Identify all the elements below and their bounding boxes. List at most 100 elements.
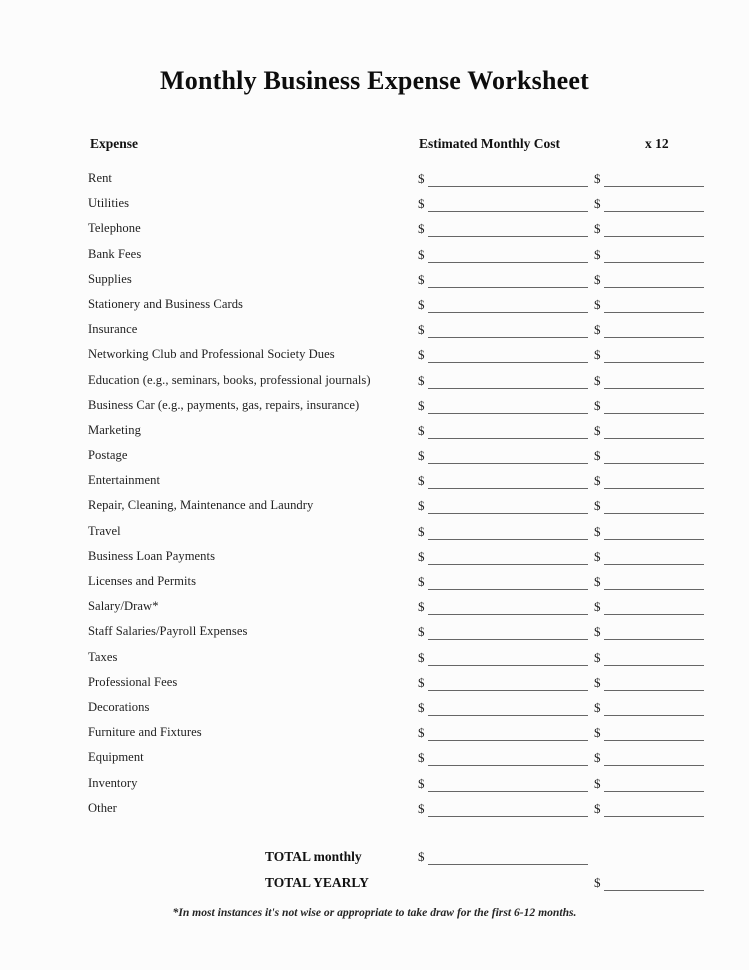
monthly-cost-input-line[interactable] <box>428 412 588 414</box>
yearly-currency-symbol: $ <box>594 372 601 388</box>
expense-label: Business Car (e.g., payments, gas, repai… <box>88 397 360 412</box>
table-row: Business Car (e.g., payments, gas, repai… <box>0 398 749 423</box>
yearly-cost-input-line[interactable] <box>604 463 704 465</box>
table-row: Utilities $ $ <box>0 196 749 221</box>
expense-label: Utilities <box>88 196 130 211</box>
yearly-cost-input-line[interactable] <box>604 589 704 590</box>
yearly-currency-symbol: $ <box>594 624 601 640</box>
yearly-cost-input-line[interactable] <box>604 689 704 691</box>
monthly-currency-symbol: $ <box>418 473 425 489</box>
table-row: Business Loan Payments $ $ <box>0 549 749 574</box>
yearly-cost-input-line[interactable] <box>604 664 704 666</box>
yearly-currency-symbol: $ <box>594 699 601 715</box>
monthly-cost-input-line[interactable] <box>428 689 588 691</box>
expense-label: Other <box>88 800 117 815</box>
yearly-cost-input-line[interactable] <box>604 211 704 213</box>
monthly-currency-symbol: $ <box>418 699 425 715</box>
expense-label: Business Loan Payments <box>88 548 216 563</box>
yearly-cost-input-line[interactable] <box>604 362 704 364</box>
table-row: Insurance $ $ <box>0 322 749 347</box>
worksheet-page: Monthly Business Expense Worksheet Expen… <box>0 0 749 970</box>
yearly-cost-input-line[interactable] <box>604 286 704 288</box>
yearly-cost-input-line[interactable] <box>604 311 704 313</box>
monthly-cost-input-line[interactable] <box>428 387 588 389</box>
table-row: Entertainment $ $ <box>0 473 749 498</box>
monthly-cost-input-line[interactable] <box>428 186 588 187</box>
monthly-cost-input-line[interactable] <box>428 513 588 515</box>
table-row: Equipment $ $ <box>0 750 749 775</box>
monthly-cost-input-line[interactable] <box>428 538 588 540</box>
table-row: Other $ $ <box>0 801 749 826</box>
monthly-currency-symbol: $ <box>418 649 425 665</box>
yearly-cost-input-line[interactable] <box>604 513 704 515</box>
monthly-currency-symbol: $ <box>418 548 425 564</box>
monthly-cost-input-line[interactable] <box>428 815 588 817</box>
expense-label: Supplies <box>88 271 132 286</box>
monthly-currency-symbol: $ <box>418 775 425 791</box>
monthly-cost-input-line[interactable] <box>428 437 588 439</box>
yearly-cost-input-line[interactable] <box>604 714 704 716</box>
yearly-cost-input-line[interactable] <box>604 337 704 339</box>
monthly-cost-input-line[interactable] <box>428 563 588 565</box>
table-row: Furniture and Fixtures $ $ <box>0 725 749 750</box>
yearly-currency-symbol: $ <box>594 473 601 489</box>
yearly-cost-input-line[interactable] <box>604 236 704 238</box>
yearly-currency-symbol: $ <box>594 246 601 262</box>
yearly-cost-input-line[interactable] <box>604 488 704 490</box>
monthly-cost-input-line[interactable] <box>428 765 588 767</box>
monthly-cost-input-line[interactable] <box>428 261 588 263</box>
monthly-cost-input-line[interactable] <box>428 236 588 238</box>
expense-label: Travel <box>88 523 121 538</box>
yearly-cost-input-line[interactable] <box>604 639 704 641</box>
expense-label: Entertainment <box>88 473 160 488</box>
table-row: Salary/Draw* $ $ <box>0 599 749 624</box>
monthly-cost-input-line[interactable] <box>428 639 588 641</box>
monthly-cost-input-line[interactable] <box>428 589 588 590</box>
monthly-cost-input-line[interactable] <box>428 714 588 716</box>
yearly-currency-symbol: $ <box>594 674 601 690</box>
yearly-cost-input-line[interactable] <box>604 815 704 817</box>
monthly-currency-symbol: $ <box>418 372 425 388</box>
yearly-cost-input-line[interactable] <box>604 387 704 389</box>
yearly-cost-input-line[interactable] <box>604 740 704 742</box>
expense-label: Decorations <box>88 699 150 714</box>
monthly-cost-input-line[interactable] <box>428 790 588 792</box>
table-row: Marketing $ $ <box>0 423 749 448</box>
page-title: Monthly Business Expense Worksheet <box>160 66 589 95</box>
total-yearly-input-line[interactable] <box>604 889 704 891</box>
yearly-cost-input-line[interactable] <box>604 563 704 565</box>
monthly-cost-input-line[interactable] <box>428 463 588 465</box>
expense-label: Postage <box>88 448 128 463</box>
monthly-cost-input-line[interactable] <box>428 614 588 616</box>
expense-label: Taxes <box>88 649 118 664</box>
yearly-currency-symbol: $ <box>594 347 601 363</box>
monthly-cost-input-line[interactable] <box>428 337 588 339</box>
yearly-cost-input-line[interactable] <box>604 790 704 792</box>
monthly-cost-input-line[interactable] <box>428 211 588 213</box>
monthly-cost-input-line[interactable] <box>428 664 588 666</box>
yearly-currency-symbol: $ <box>594 271 601 287</box>
monthly-currency-symbol: $ <box>418 271 425 287</box>
monthly-cost-input-line[interactable] <box>428 488 588 490</box>
expense-label: Furniture and Fixtures <box>88 725 202 740</box>
monthly-currency-symbol: $ <box>418 296 425 312</box>
total-monthly-input-line[interactable] <box>428 864 588 865</box>
expense-label: Education (e.g., seminars, books, profes… <box>88 372 371 387</box>
table-row: Networking Club and Professional Society… <box>0 347 749 372</box>
total-yearly-label: TOTAL YEARLY <box>265 874 369 890</box>
yearly-cost-input-line[interactable] <box>604 765 704 767</box>
monthly-cost-input-line[interactable] <box>428 362 588 364</box>
yearly-cost-input-line[interactable] <box>604 538 704 540</box>
yearly-cost-input-line[interactable] <box>604 261 704 263</box>
yearly-cost-input-line[interactable] <box>604 186 704 187</box>
expense-label: Repair, Cleaning, Maintenance and Laundr… <box>88 498 314 513</box>
yearly-cost-input-line[interactable] <box>604 412 704 414</box>
total-monthly-row: TOTAL monthly $ <box>0 849 749 875</box>
expense-label: Networking Club and Professional Society… <box>88 347 335 362</box>
monthly-cost-input-line[interactable] <box>428 740 588 742</box>
monthly-currency-symbol: $ <box>418 750 425 766</box>
monthly-cost-input-line[interactable] <box>428 311 588 313</box>
monthly-cost-input-line[interactable] <box>428 286 588 288</box>
yearly-cost-input-line[interactable] <box>604 614 704 616</box>
yearly-cost-input-line[interactable] <box>604 437 704 439</box>
